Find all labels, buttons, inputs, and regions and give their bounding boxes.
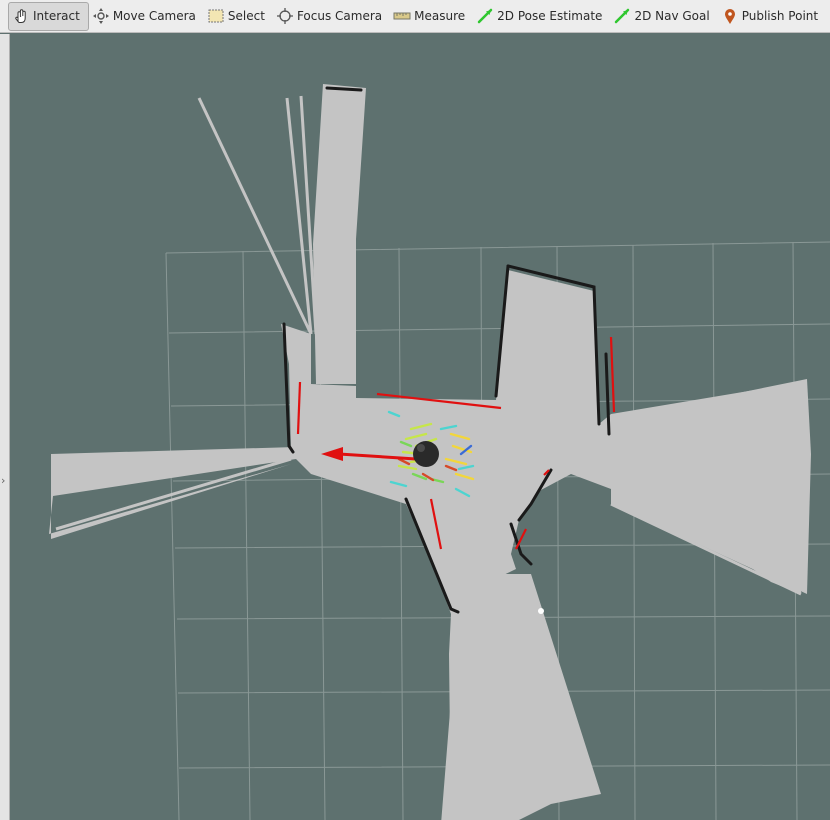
nav-goal-tool-button[interactable]: 2D Nav Goal — [610, 2, 717, 31]
map-scene — [49, 84, 830, 820]
free-space-north-corridor — [313, 84, 366, 384]
pose-estimate-tool-button[interactable]: 2D Pose Estimate — [473, 2, 610, 31]
move-camera-label: Move Camera — [112, 9, 196, 23]
map-pin-icon — [724, 9, 735, 24]
focus-camera-tool-button[interactable]: Focus Camera — [273, 2, 390, 31]
ruler-icon — [393, 12, 411, 20]
green-arrow-icon — [477, 8, 493, 24]
select-box-icon — [208, 9, 224, 23]
move-camera-icon — [92, 8, 109, 24]
focus-camera-icon — [276, 8, 293, 24]
robot-base — [413, 441, 439, 467]
3d-render-viewport[interactable] — [11, 34, 830, 820]
green-arrow-icon — [615, 8, 630, 24]
interact-label: Interact — [33, 9, 80, 23]
pose-estimate-label: 2D Pose Estimate — [497, 9, 603, 23]
interact-tool-button[interactable]: Interact — [8, 1, 89, 31]
publish-point-tool-button[interactable]: Publish Point — [718, 2, 826, 31]
nav-goal-label: 2D Nav Goal — [634, 9, 710, 23]
rviz-toolbar: Interact Move Camera Select Focus Camera… — [0, 0, 830, 33]
hand-pointer-icon — [15, 9, 26, 23]
measure-label: Measure — [414, 9, 466, 23]
chevron-right-icon: › — [1, 474, 6, 487]
select-label: Select — [227, 9, 265, 23]
free-space-south-beams — [441, 574, 601, 820]
robot-base-highlight — [417, 444, 425, 452]
camera-focal-point — [538, 608, 544, 614]
publish-point-label: Publish Point — [741, 9, 819, 23]
select-tool-button[interactable]: Select — [204, 2, 273, 31]
move-camera-tool-button[interactable]: Move Camera — [89, 2, 204, 31]
measure-tool-button[interactable]: Measure — [390, 2, 473, 31]
focus-camera-label: Focus Camera — [296, 9, 383, 23]
side-panel-collapse-handle[interactable]: › — [0, 34, 10, 820]
